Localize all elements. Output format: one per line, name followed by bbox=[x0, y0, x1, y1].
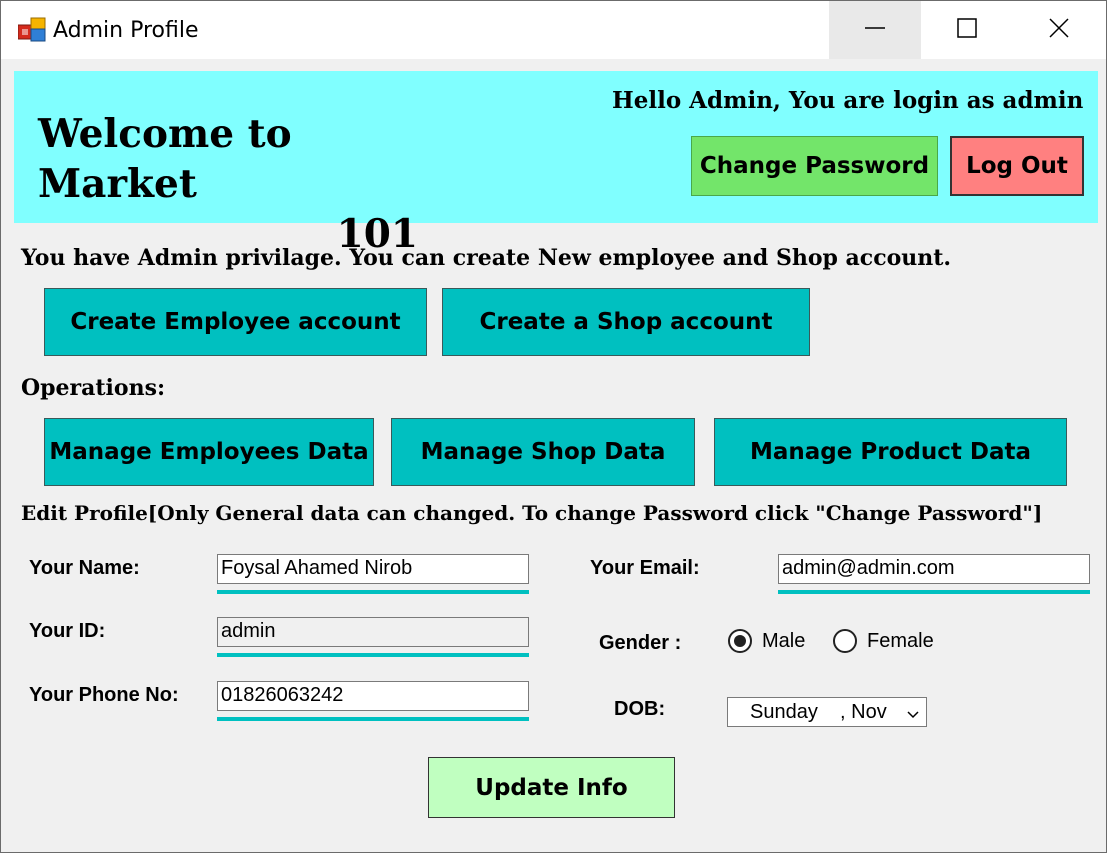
logout-button[interactable]: Log Out bbox=[950, 136, 1084, 196]
phone-field-underline bbox=[217, 717, 529, 721]
gender-label: Gender : bbox=[599, 632, 682, 654]
manage-employees-button[interactable]: Manage Employees Data bbox=[44, 418, 374, 486]
manage-shop-button[interactable]: Manage Shop Data bbox=[391, 418, 695, 486]
phone-label: Your Phone No: bbox=[29, 684, 179, 706]
email-label: Your Email: bbox=[590, 557, 700, 579]
change-password-button[interactable]: Change Password bbox=[691, 136, 938, 196]
gender-male-label: Male bbox=[762, 629, 806, 652]
email-field[interactable]: admin@admin.com bbox=[778, 554, 1090, 584]
maximize-button[interactable] bbox=[921, 1, 1013, 59]
welcome-title: Welcome to Market 101 bbox=[38, 109, 418, 259]
minimize-button[interactable] bbox=[829, 1, 921, 59]
phone-field[interactable]: 01826063242 bbox=[217, 681, 529, 711]
close-button[interactable] bbox=[1013, 1, 1105, 59]
close-icon bbox=[1048, 17, 1070, 44]
minimize-icon bbox=[864, 17, 886, 44]
operations-heading: Operations: bbox=[21, 375, 166, 401]
app-icon bbox=[17, 17, 46, 43]
title-bar: Admin Profile bbox=[1, 1, 1106, 59]
dob-date-picker[interactable]: Sunday , Nov bbox=[727, 697, 927, 727]
email-field-underline bbox=[778, 590, 1090, 594]
gender-female-radio[interactable]: Female bbox=[833, 629, 934, 653]
welcome-line-1: Welcome to Market bbox=[38, 111, 292, 207]
gender-male-radio[interactable]: Male bbox=[728, 629, 805, 653]
dob-value: Sunday , Nov bbox=[750, 701, 887, 723]
update-info-button[interactable]: Update Info bbox=[428, 757, 675, 818]
create-shop-button[interactable]: Create a Shop account bbox=[442, 288, 810, 356]
edit-profile-heading: Edit Profile[Only General data can chang… bbox=[21, 501, 1043, 525]
chevron-down-icon bbox=[906, 705, 920, 728]
radio-selected-dot bbox=[734, 635, 746, 647]
dob-label: DOB: bbox=[614, 698, 666, 720]
name-field-underline bbox=[217, 590, 529, 594]
id-field[interactable]: admin bbox=[217, 617, 529, 647]
radio-button bbox=[833, 629, 857, 653]
window-title: Admin Profile bbox=[53, 18, 199, 43]
admin-privilege-text: You have Admin privilage. You can create… bbox=[21, 245, 952, 271]
maximize-icon bbox=[956, 17, 978, 44]
greeting-text: Hello Admin, You are login as admin bbox=[612, 87, 1084, 114]
name-label: Your Name: bbox=[29, 557, 140, 579]
admin-profile-window: Admin Profile Welcome to Market 101 Hell… bbox=[0, 0, 1107, 853]
id-label: Your ID: bbox=[29, 620, 106, 642]
id-field-underline bbox=[217, 653, 529, 657]
manage-product-button[interactable]: Manage Product Data bbox=[714, 418, 1067, 486]
radio-button bbox=[728, 629, 752, 653]
gender-female-label: Female bbox=[867, 629, 934, 652]
create-employee-button[interactable]: Create Employee account bbox=[44, 288, 427, 356]
name-field[interactable]: Foysal Ahamed Nirob bbox=[217, 554, 529, 584]
welcome-header: Welcome to Market 101 Hello Admin, You a… bbox=[14, 71, 1098, 257]
